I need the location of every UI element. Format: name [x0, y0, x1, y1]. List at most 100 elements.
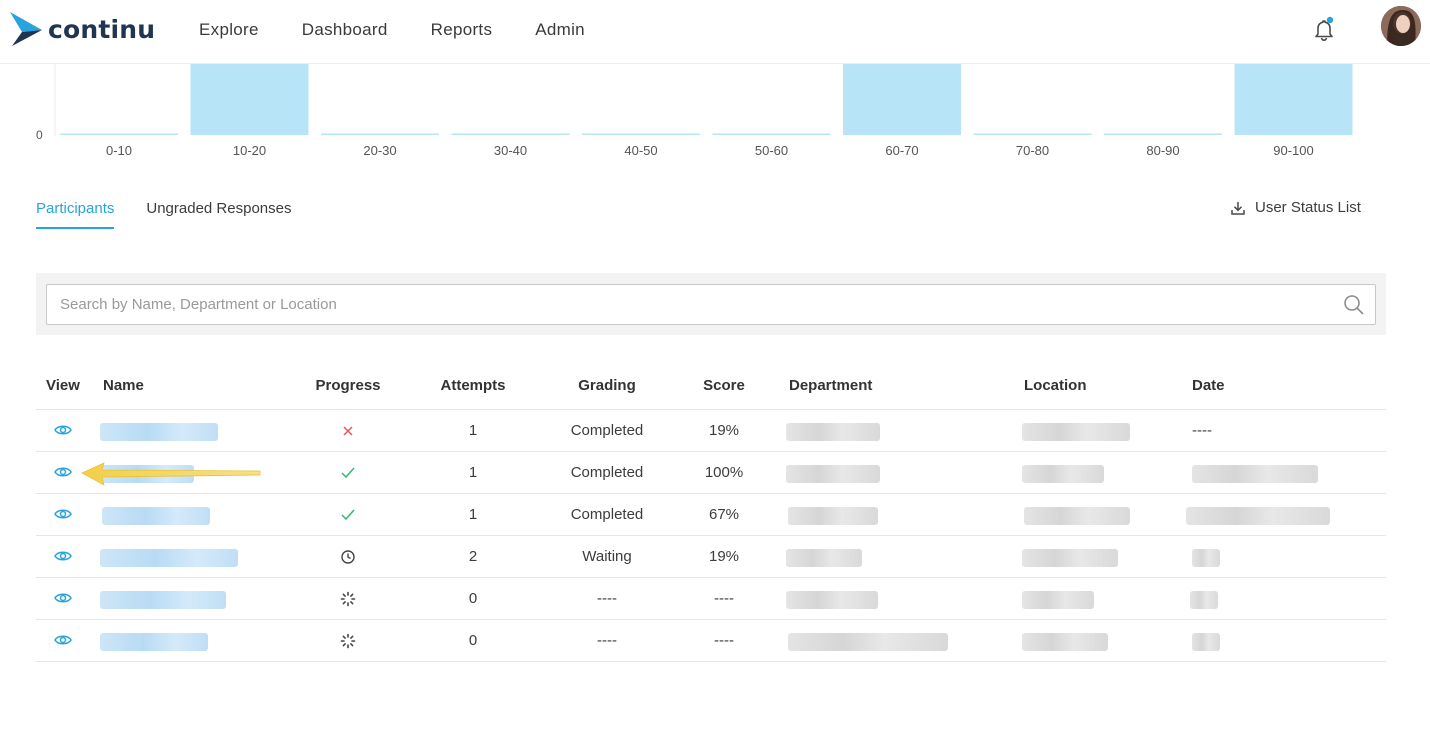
- nav-reports[interactable]: Reports: [431, 20, 493, 40]
- search-box: [46, 284, 1376, 325]
- participant-name-redacted[interactable]: [100, 423, 218, 441]
- department-redacted: [786, 591, 878, 609]
- user-status-list-export[interactable]: User Status List: [1230, 199, 1361, 216]
- department-redacted: [786, 465, 880, 483]
- histogram-bar-10-20: [190, 64, 309, 135]
- spinner-icon: [340, 633, 356, 649]
- department-redacted: [788, 633, 948, 651]
- grading-status: Completed: [570, 464, 644, 481]
- date-redacted: [1190, 591, 1218, 609]
- histogram-bar-50-60: [712, 133, 831, 135]
- x-tick-label: 80-90: [1146, 143, 1179, 158]
- eye-icon[interactable]: [54, 507, 72, 521]
- histogram-bar-70-80: [973, 133, 1092, 135]
- x-tick-label: 30-40: [494, 143, 527, 158]
- nav-explore[interactable]: Explore: [199, 20, 259, 40]
- x-tick-label: 40-50: [624, 143, 657, 158]
- eye-icon[interactable]: [54, 423, 72, 437]
- location-redacted: [1024, 507, 1130, 525]
- user-avatar[interactable]: [1381, 6, 1421, 46]
- participant-name-redacted[interactable]: [100, 633, 208, 651]
- x-tick-label: 10-20: [233, 143, 266, 158]
- grading-status: Waiting: [582, 548, 632, 565]
- attempts-value: 1: [468, 422, 478, 439]
- eye-icon[interactable]: [54, 465, 72, 479]
- date-redacted: [1192, 633, 1220, 651]
- header-progress[interactable]: Progress: [315, 377, 380, 394]
- table-row: 0 ---- ----: [36, 578, 1386, 620]
- header-grading[interactable]: Grading: [578, 377, 636, 394]
- header-score[interactable]: Score: [703, 377, 745, 394]
- avatar-photo: [1381, 6, 1421, 46]
- search-icon[interactable]: [1343, 294, 1365, 316]
- header-location[interactable]: Location: [1024, 377, 1087, 394]
- tab-ungraded-responses[interactable]: Ungraded Responses: [146, 200, 291, 229]
- tab-bar: Participants Ungraded Responses: [36, 200, 323, 229]
- grading-status: Completed: [570, 506, 644, 523]
- header-attempts[interactable]: Attempts: [440, 377, 505, 394]
- search-panel: [36, 273, 1386, 335]
- table-row: 2 Waiting 19%: [36, 536, 1386, 578]
- header-date[interactable]: Date: [1192, 377, 1225, 394]
- header-view[interactable]: View: [46, 377, 80, 394]
- date-redacted: [1186, 507, 1330, 525]
- spinner-icon: [340, 591, 356, 607]
- grading-status: ----: [597, 590, 617, 607]
- export-label: User Status List: [1255, 199, 1361, 216]
- participant-name-redacted[interactable]: [102, 507, 210, 525]
- location-redacted: [1022, 549, 1118, 567]
- department-redacted: [788, 507, 878, 525]
- participant-name-redacted[interactable]: [100, 591, 226, 609]
- score-distribution-chart: 0-10 10-20 20-30 30-40 40-50 50-60 60-70 70-80 8…: [54, 64, 1353, 158]
- x-tick-label: 70-80: [1016, 143, 1049, 158]
- check-icon: [341, 509, 355, 521]
- search-input[interactable]: [47, 285, 1317, 324]
- table-row: 0 ---- ----: [36, 620, 1386, 662]
- notification-bell-icon[interactable]: [1310, 16, 1338, 44]
- histogram-bar-60-70: [843, 64, 961, 135]
- grading-status: Completed: [570, 422, 644, 439]
- check-icon: [341, 467, 355, 479]
- attempts-value: 1: [468, 506, 478, 523]
- eye-icon[interactable]: [54, 549, 72, 563]
- eye-icon[interactable]: [54, 633, 72, 647]
- tab-participants[interactable]: Participants: [36, 200, 115, 229]
- score-value: 19%: [708, 422, 740, 439]
- x-tick-label: 90-100: [1273, 143, 1313, 158]
- date-redacted: [1192, 465, 1318, 483]
- continu-logo[interactable]: continu: [10, 12, 155, 46]
- eye-icon[interactable]: [54, 591, 72, 605]
- location-redacted: [1022, 465, 1104, 483]
- score-value: ----: [714, 590, 734, 607]
- location-redacted: [1022, 633, 1108, 651]
- brand-name: continu: [48, 14, 156, 44]
- department-redacted: [786, 423, 880, 441]
- download-icon: [1231, 201, 1245, 215]
- participants-table: View Name Progress Attempts Grading Scor…: [36, 366, 1386, 662]
- logo-arrow-icon: [10, 12, 42, 46]
- date-redacted: [1192, 549, 1220, 567]
- participant-name-redacted[interactable]: [100, 549, 238, 567]
- x-tick-label: 0-10: [106, 143, 132, 158]
- histogram-bar-20-30: [321, 133, 439, 135]
- clock-icon: [341, 550, 355, 564]
- histogram-bar-0-10: [60, 133, 178, 135]
- nav-admin[interactable]: Admin: [535, 20, 585, 40]
- grading-status: ----: [597, 632, 617, 649]
- nav-dashboard[interactable]: Dashboard: [302, 20, 388, 40]
- histogram-bar-40-50: [582, 133, 700, 135]
- annotation-arrow: [81, 462, 261, 486]
- department-redacted: [786, 549, 862, 567]
- table-row: 1 Completed 67%: [36, 494, 1386, 536]
- table-row: 1 Completed 19% ----: [36, 410, 1386, 452]
- y-axis-zero-label: 0: [36, 128, 43, 142]
- header-department[interactable]: Department: [789, 377, 872, 394]
- score-value: ----: [714, 632, 734, 649]
- score-value: 100%: [704, 464, 744, 481]
- attempts-value: 0: [468, 590, 478, 607]
- header-name[interactable]: Name: [103, 377, 144, 394]
- score-value: 67%: [708, 506, 740, 523]
- x-tick-label: 50-60: [755, 143, 788, 158]
- attempts-value: 0: [468, 632, 478, 649]
- x-tick-label: 20-30: [363, 143, 396, 158]
